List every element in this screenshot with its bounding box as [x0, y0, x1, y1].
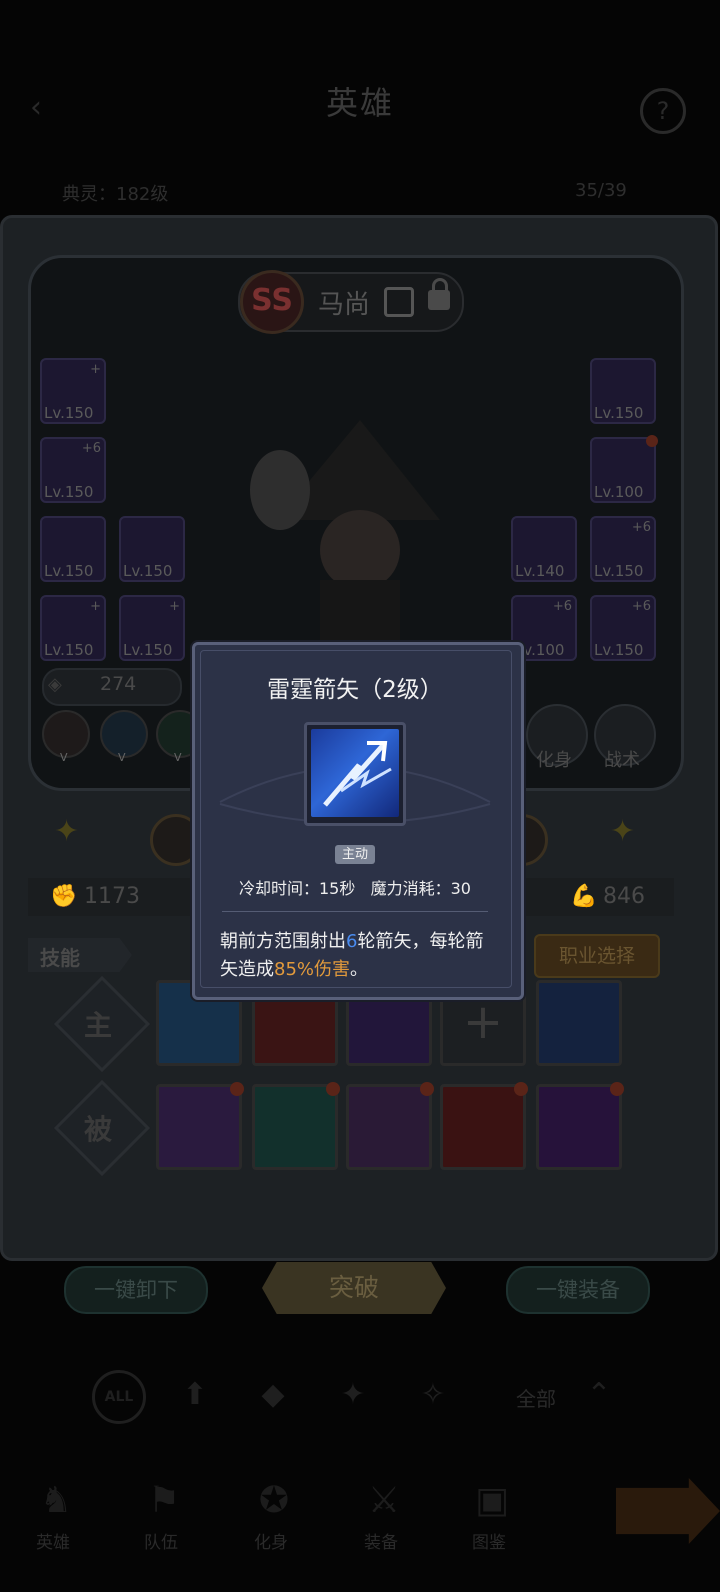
equip-all-button[interactable]: 一键装备 — [506, 1266, 650, 1314]
equip-slot-right-6[interactable]: +6 Lv.150 — [590, 595, 656, 661]
equip-slot-right-1[interactable]: Lv.150 — [590, 358, 656, 424]
nav-hero-label[interactable]: 英雄 — [36, 1528, 70, 1553]
equip-slot-right-4[interactable]: +6 Lv.150 — [590, 516, 656, 582]
hero-name: 马尚 — [318, 290, 371, 320]
filter-support-icon[interactable]: ✧ — [410, 1372, 456, 1418]
round-count: 6 — [346, 931, 358, 952]
help-icon[interactable]: ? — [640, 88, 686, 134]
lock-icon[interactable] — [428, 278, 450, 310]
power-icon: ◈ — [48, 674, 62, 695]
equip-slot-left-4[interactable]: Lv.150 — [119, 516, 185, 582]
mana-cost-text: 魔力消耗：30 — [370, 879, 471, 898]
damage-percent: 85%伤害 — [274, 959, 351, 980]
sort-icon[interactable]: ⌃ — [576, 1372, 622, 1418]
skill-title: 雷霆箭矢（2级） — [267, 677, 443, 703]
ornament-star-icon: ✦ — [54, 814, 80, 849]
skill-stats: 冷却时间：15秒 魔力消耗：30 — [192, 875, 518, 899]
filter-archer-icon[interactable]: ✦ — [330, 1372, 376, 1418]
active-skills-label: 主 — [84, 1009, 113, 1042]
rank-badge: SS — [240, 270, 304, 334]
cooldown-text: 冷却时间：15秒 — [238, 879, 356, 898]
nav-team-label[interactable]: 队伍 — [144, 1528, 178, 1553]
passive-skill-slot-4[interactable] — [440, 1082, 528, 1170]
skill-description: 朝前方范围射出6轮箭矢，每轮箭矢造成85%伤害。 — [220, 931, 484, 980]
notification-dot — [646, 435, 658, 447]
tactic-label: 战术 — [604, 750, 640, 771]
attack-value: 1173 — [84, 884, 140, 909]
equip-slot-left-5[interactable]: + Lv.150 — [40, 595, 106, 661]
equip-slot-left-3[interactable]: Lv.150 — [40, 516, 106, 582]
hero-character-image — [250, 420, 440, 670]
next-arrow-icon[interactable] — [616, 1478, 720, 1544]
arm-icon: 💪 — [570, 884, 598, 909]
passive-skill-slot-1[interactable] — [156, 1082, 244, 1170]
thunder-arrow-icon — [311, 729, 399, 817]
filter-all-label[interactable]: 全部 — [516, 1383, 556, 1412]
unequip-all-button[interactable]: 一键卸下 — [64, 1266, 208, 1314]
filter-all-icon[interactable]: ALL — [92, 1370, 146, 1424]
breakthrough-button[interactable]: 突破 — [262, 1262, 446, 1314]
equip-slot-right-2[interactable]: Lv.100 — [590, 435, 658, 503]
nav-codex-label[interactable]: 图鉴 — [472, 1528, 506, 1553]
passive-skill-slot-2[interactable] — [252, 1082, 340, 1170]
power-value: 274 — [100, 673, 137, 695]
hero-count: 35/39 — [575, 180, 627, 201]
nav-avatar-label[interactable]: 化身 — [254, 1528, 288, 1553]
transform-label: 化身 — [536, 750, 572, 771]
skill-type-badge: 主动 — [335, 845, 375, 864]
filter-warrior-icon[interactable]: ⬆ — [172, 1372, 218, 1418]
rune-icon-2[interactable]: V — [100, 710, 148, 764]
hero-level-label: 典灵：182级 — [62, 184, 169, 205]
passive-skill-slot-5[interactable] — [536, 1082, 624, 1170]
active-skill-slot-5[interactable] — [536, 980, 622, 1066]
job-select-button[interactable]: 职业选择 — [534, 934, 660, 978]
edit-icon[interactable] — [384, 287, 414, 317]
filter-mage-icon[interactable]: ◆ — [250, 1372, 296, 1418]
passive-skill-slot-3[interactable] — [346, 1082, 434, 1170]
page-title: 英雄 — [325, 84, 394, 122]
skills-tab-label: 技能 — [40, 946, 80, 970]
tooltip-divider — [222, 911, 488, 912]
passive-skills-label: 被 — [84, 1113, 113, 1146]
nav-equipment-label[interactable]: 装备 — [364, 1528, 398, 1553]
equip-slot-left-1[interactable]: + Lv.150 — [40, 358, 106, 424]
equip-slot-right-3[interactable]: Lv.140 — [511, 516, 577, 582]
ornament-star-icon: ✦ — [610, 814, 636, 849]
equip-slot-left-2[interactable]: +6 Lv.150 — [40, 437, 106, 503]
fist-icon: ✊ — [50, 884, 78, 909]
equip-slot-left-6[interactable]: + Lv.150 — [119, 595, 185, 661]
defense-value: 846 — [603, 884, 645, 909]
rune-icon-1[interactable]: V — [42, 710, 90, 764]
